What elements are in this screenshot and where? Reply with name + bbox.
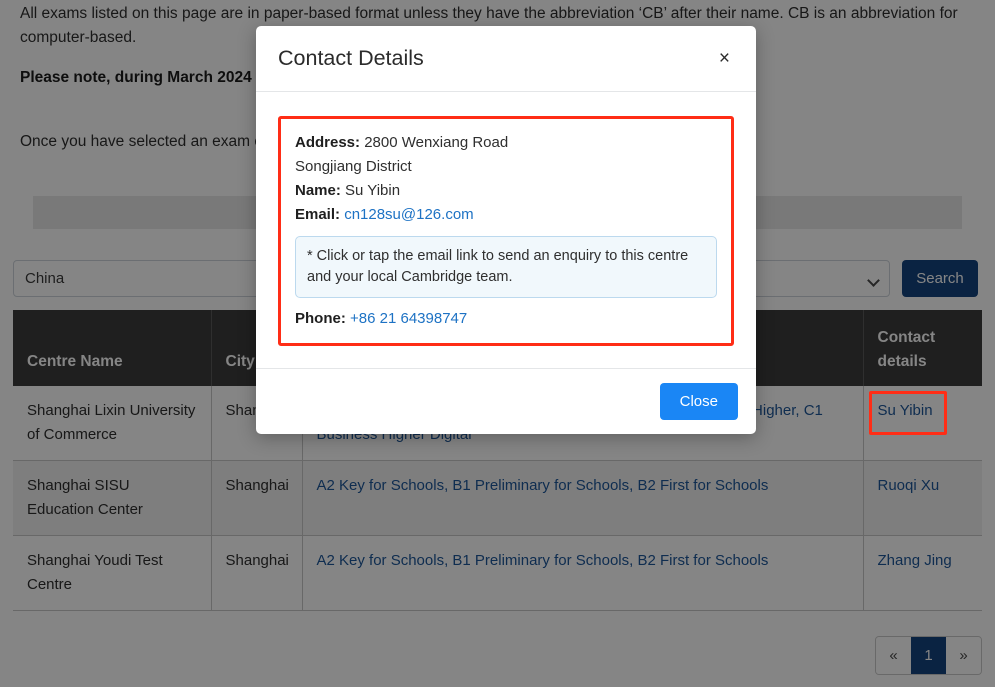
modal-close-button[interactable]: Close: [660, 383, 738, 420]
modal-footer: Close: [256, 368, 756, 434]
contact-details-block: Address: 2800 Wenxiang Road Songjiang Di…: [278, 116, 734, 346]
close-icon[interactable]: ×: [713, 45, 736, 72]
address-value-line2: Songjiang District: [295, 155, 717, 179]
email-hint-box: * Click or tap the email link to send an…: [295, 236, 717, 298]
address-label: Address:: [295, 134, 360, 151]
email-link[interactable]: cn128su@126.com: [344, 206, 473, 223]
name-value: Su Yibin: [345, 182, 400, 199]
phone-label: Phone:: [295, 310, 346, 327]
address-value-line1: 2800 Wenxiang Road: [364, 134, 508, 151]
address-line: Address: 2800 Wenxiang Road: [295, 131, 717, 155]
name-line: Name: Su Yibin: [295, 179, 717, 203]
modal-title: Contact Details: [278, 46, 424, 71]
email-line: Email: cn128su@126.com: [295, 203, 717, 227]
phone-link[interactable]: +86 21 64398747: [350, 310, 467, 327]
page-root: All exams listed on this page are in pap…: [0, 0, 995, 687]
modal-body: Address: 2800 Wenxiang Road Songjiang Di…: [256, 92, 756, 368]
email-label: Email:: [295, 206, 340, 223]
contact-details-modal: Contact Details × Address: 2800 Wenxiang…: [256, 26, 756, 434]
name-label: Name:: [295, 182, 341, 199]
phone-line: Phone: +86 21 64398747: [295, 307, 717, 331]
modal-header: Contact Details ×: [256, 26, 756, 92]
